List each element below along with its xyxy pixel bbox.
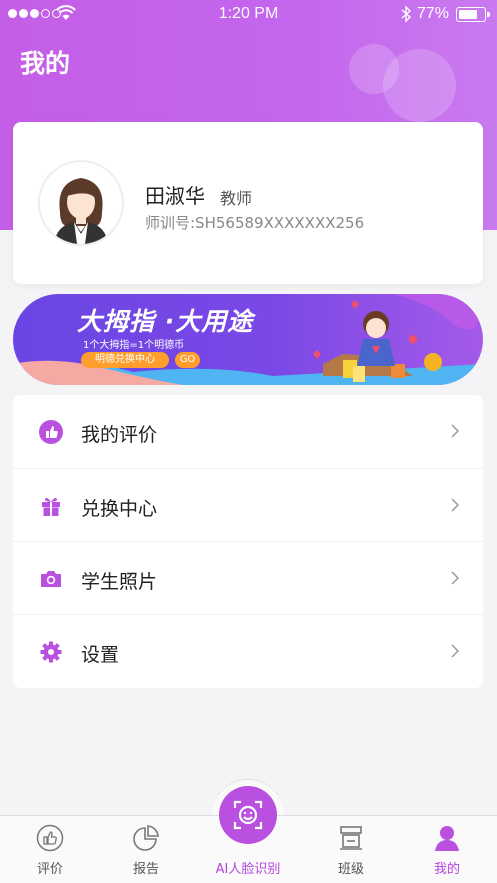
gift-icon	[42, 498, 60, 516]
chevron-right-icon	[451, 571, 459, 585]
battery-percent: 77%	[417, 5, 450, 22]
thumbs-up-icon	[36, 824, 64, 852]
tab-label: AI人脸识别	[215, 862, 281, 877]
bluetooth-icon	[401, 5, 412, 23]
tab-label: 报告	[132, 862, 159, 877]
tab-label: 班级	[337, 862, 364, 877]
teacher-avatar-icon	[54, 178, 108, 244]
exchange-center-pill[interactable]: 明德兑换中心	[81, 352, 169, 368]
chevron-right-icon	[451, 498, 459, 512]
tab-report[interactable]: 报告	[96, 816, 196, 883]
chevron-right-icon	[451, 424, 459, 438]
tab-label: 我的	[433, 862, 460, 877]
promo-banner[interactable]: 大拇指 ·大用途 1个大拇指=1个明德币 明德兑换中心 GO	[13, 294, 483, 385]
status-bar: 1:20 PM 77%	[0, 0, 497, 30]
decorative-bubble	[383, 49, 456, 122]
tab-label: 评价	[36, 862, 63, 877]
user-icon	[435, 826, 459, 851]
ai-face-scan-button[interactable]	[219, 786, 277, 844]
tab-class[interactable]: 班级	[301, 816, 401, 883]
avatar[interactable]	[38, 160, 124, 246]
page-title: 我的	[20, 49, 71, 78]
menu-item-label: 学生照片	[81, 571, 158, 593]
menu-item-label: 我的评价	[81, 424, 158, 446]
teacher-name: 田淑华	[145, 184, 205, 208]
class-icon	[340, 826, 362, 850]
thumbs-up-icon	[39, 420, 63, 444]
menu-list: 我的评价 兑换中心 学生照片 设置	[13, 395, 483, 688]
battery-fill	[458, 9, 477, 19]
menu-item-student-photos[interactable]: 学生照片	[13, 541, 483, 614]
menu-item-label: 设置	[81, 644, 120, 666]
face-scan-icon	[233, 800, 263, 830]
menu-item-my-reviews[interactable]: 我的评价	[13, 395, 483, 468]
teacher-role: 教师	[220, 189, 253, 208]
tab-reviews[interactable]: 评价	[0, 816, 100, 883]
menu-item-settings[interactable]: 设置	[13, 614, 483, 687]
banner-title: 大拇指 ·大用途	[77, 307, 254, 336]
battery-icon	[456, 7, 490, 22]
banner-subtitle: 1个大拇指=1个明德币	[83, 340, 185, 351]
chevron-right-icon	[451, 644, 459, 658]
teacher-id: 师训号:SH56589XXXXXXX256	[145, 214, 365, 232]
camera-icon	[41, 571, 61, 587]
go-button[interactable]: GO	[175, 352, 200, 368]
gear-icon	[40, 641, 62, 663]
pie-chart-icon	[133, 825, 159, 851]
profile-card[interactable]: 田淑华 教师 师训号:SH56589XXXXXXX256	[13, 122, 483, 284]
menu-item-exchange-center[interactable]: 兑换中心	[13, 468, 483, 541]
tab-mine[interactable]: 我的	[397, 816, 497, 883]
menu-item-label: 兑换中心	[81, 498, 158, 520]
